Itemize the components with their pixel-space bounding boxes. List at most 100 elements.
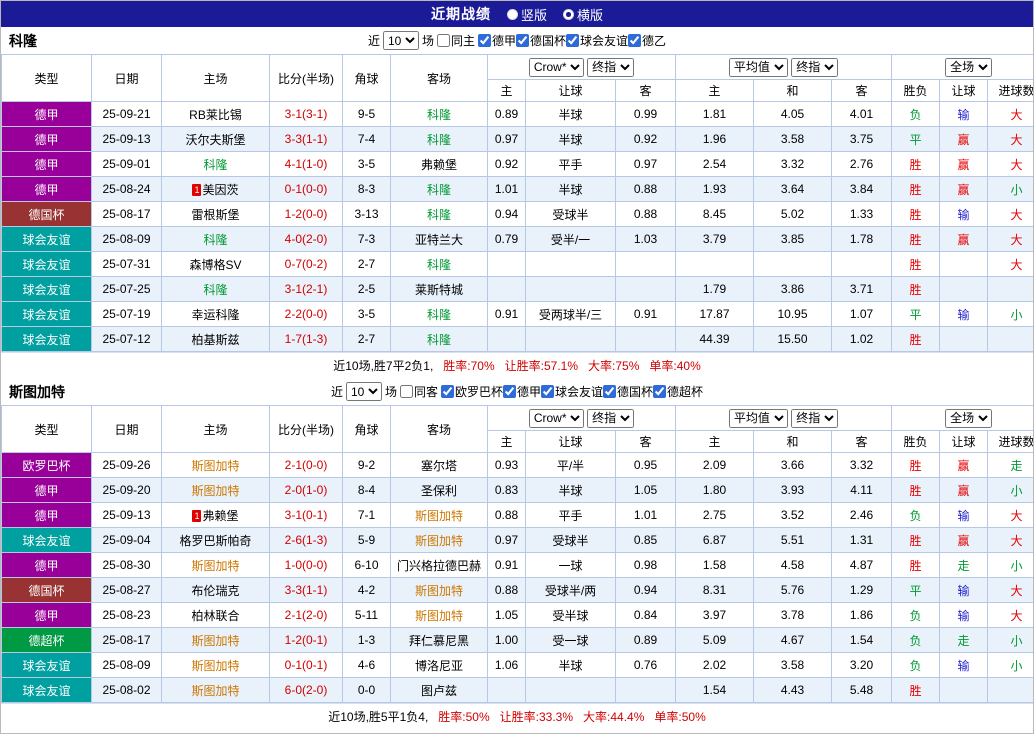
cell-text: 科隆 bbox=[427, 183, 451, 197]
match-row: 欧罗巴杯25-09-26斯图加特2-1(0-0)9-2塞尔塔0.93平/半0.9… bbox=[2, 453, 1034, 478]
cell-date: 25-09-20 bbox=[92, 478, 162, 503]
cell-text: 3-3(1-1) bbox=[285, 583, 328, 597]
layout-vertical-radio[interactable] bbox=[507, 9, 518, 20]
avg-group-header: 平均值 终指 bbox=[676, 55, 892, 80]
league-checkbox[interactable] bbox=[653, 385, 666, 398]
col-header-type: 类型 bbox=[2, 55, 92, 102]
layout-horizontal-radio[interactable] bbox=[563, 9, 574, 20]
same-venue-checkbox[interactable] bbox=[437, 34, 450, 47]
scope-select[interactable]: 全场 bbox=[945, 58, 992, 77]
cell-type: 德甲 bbox=[2, 478, 92, 503]
league-filter-3[interactable]: 德乙 bbox=[628, 32, 666, 49]
cell-text: 4.58 bbox=[781, 558, 804, 572]
odds-source-select[interactable]: Crow* bbox=[529, 58, 584, 77]
cell-text: 博洛尼亚 bbox=[415, 659, 463, 673]
league-filter-4[interactable]: 德超杯 bbox=[653, 383, 703, 400]
league-checkbox[interactable] bbox=[541, 385, 554, 398]
cell-away: 科隆 bbox=[391, 177, 488, 202]
league-filter-1[interactable]: 德甲 bbox=[503, 383, 541, 400]
cell-text: 3.97 bbox=[703, 608, 726, 622]
league-checkbox[interactable] bbox=[603, 385, 616, 398]
cell-r: 负 bbox=[892, 503, 940, 528]
cell-text: 赢 bbox=[958, 158, 970, 172]
league-checkbox[interactable] bbox=[478, 34, 491, 47]
league-filter-2[interactable]: 球会友谊 bbox=[566, 32, 628, 49]
cell-score: 1-0(0-0) bbox=[270, 553, 343, 578]
avg-final-select[interactable]: 终指 bbox=[791, 409, 838, 428]
cell-home: 幸运科隆 bbox=[162, 302, 270, 327]
col-header-score: 比分(半场) bbox=[270, 406, 343, 453]
cell-corners: 0-0 bbox=[343, 678, 391, 703]
match-row: 德国杯25-08-27布伦瑞克3-3(1-1)4-2斯图加特0.88受球半/两0… bbox=[2, 578, 1034, 603]
cell-rhc: 输 bbox=[940, 578, 988, 603]
league-checkbox[interactable] bbox=[628, 34, 641, 47]
cell-ohc: 半球 bbox=[526, 102, 616, 127]
league-filter-3[interactable]: 德国杯 bbox=[603, 383, 653, 400]
cell-text: 大 bbox=[1011, 233, 1023, 247]
cell-date: 25-08-23 bbox=[92, 603, 162, 628]
league-checkbox[interactable] bbox=[566, 34, 579, 47]
recent-count-select[interactable]: 10 bbox=[346, 382, 382, 401]
cell-r: 平 bbox=[892, 578, 940, 603]
cell-text: 3.86 bbox=[781, 282, 804, 296]
cell-away: 科隆 bbox=[391, 327, 488, 352]
cell-a2: 4.01 bbox=[832, 102, 892, 127]
avg-source-select[interactable]: 平均值 bbox=[729, 409, 788, 428]
cell-a1: 2.75 bbox=[676, 503, 754, 528]
league-checkbox[interactable] bbox=[503, 385, 516, 398]
league-checkbox[interactable] bbox=[516, 34, 529, 47]
col-header-odds-home: 主 bbox=[488, 80, 526, 102]
cell-a2: 1.54 bbox=[832, 628, 892, 653]
match-row: 德甲25-09-13沃尔夫斯堡3-3(1-1)7-4科隆0.97半球0.921.… bbox=[2, 127, 1034, 152]
cell-rhc: 走 bbox=[940, 628, 988, 653]
cell-text: 塞尔塔 bbox=[421, 459, 457, 473]
scope-select[interactable]: 全场 bbox=[945, 409, 992, 428]
cell-text: 负 bbox=[910, 634, 922, 648]
cell-text: 25-09-04 bbox=[102, 533, 150, 547]
avg-source-select[interactable]: 平均值 bbox=[729, 58, 788, 77]
cell-text: 3.79 bbox=[703, 232, 726, 246]
cell-o1 bbox=[488, 252, 526, 277]
col-header-corners: 角球 bbox=[343, 55, 391, 102]
cell-type: 德甲 bbox=[2, 127, 92, 152]
league-filter-0[interactable]: 德甲 bbox=[478, 32, 516, 49]
same-venue-checkbox[interactable] bbox=[400, 385, 413, 398]
recent-count-select[interactable]: 10 bbox=[383, 31, 419, 50]
cell-text: 球会友谊 bbox=[22, 333, 70, 347]
cell-corners: 8-3 bbox=[343, 177, 391, 202]
layout-horizontal-option[interactable]: 横版 bbox=[563, 5, 603, 24]
league-filter-0[interactable]: 欧罗巴杯 bbox=[441, 383, 503, 400]
same-venue-filter[interactable]: 同主 bbox=[437, 32, 475, 49]
league-label: 球会友谊 bbox=[555, 383, 603, 400]
cell-text: 半球 bbox=[558, 183, 582, 197]
league-filter-1[interactable]: 德国杯 bbox=[516, 32, 566, 49]
cell-rhc bbox=[940, 327, 988, 352]
cell-score: 3-3(1-1) bbox=[270, 127, 343, 152]
cell-o2: 1.05 bbox=[616, 478, 676, 503]
layout-vertical-option[interactable]: 竖版 bbox=[507, 5, 547, 24]
win-rate: 胜率:70% bbox=[443, 357, 494, 374]
cell-ax: 3.86 bbox=[754, 277, 832, 302]
cell-text: 4.05 bbox=[781, 107, 804, 121]
col-header-result-goals: 进球数 bbox=[988, 431, 1034, 453]
league-checkbox[interactable] bbox=[441, 385, 454, 398]
cell-text: 0-1(0-1) bbox=[285, 658, 328, 672]
cell-text: 科隆 bbox=[427, 108, 451, 122]
odds-final-select[interactable]: 终指 bbox=[587, 58, 634, 77]
cell-text: 0.88 bbox=[634, 207, 657, 221]
avg-final-select[interactable]: 终指 bbox=[791, 58, 838, 77]
cell-text: 1-0(0-0) bbox=[285, 558, 328, 572]
cell-text: 8.31 bbox=[703, 583, 726, 597]
match-row: 德甲25-09-21RB莱比锡3-1(3-1)9-5科隆0.89半球0.991.… bbox=[2, 102, 1034, 127]
odds-final-select[interactable]: 终指 bbox=[587, 409, 634, 428]
cell-rhc: 赢 bbox=[940, 528, 988, 553]
cell-o2: 0.94 bbox=[616, 578, 676, 603]
cell-text: 雷根斯堡 bbox=[191, 208, 239, 222]
same-venue-filter[interactable]: 同客 bbox=[400, 383, 438, 400]
cell-text: 3.32 bbox=[781, 157, 804, 171]
odds-source-select[interactable]: Crow* bbox=[529, 409, 584, 428]
cell-text: 1.01 bbox=[495, 182, 518, 196]
league-filter-2[interactable]: 球会友谊 bbox=[541, 383, 603, 400]
cell-text: 德甲 bbox=[34, 609, 58, 623]
cell-home: 布伦瑞克 bbox=[162, 578, 270, 603]
